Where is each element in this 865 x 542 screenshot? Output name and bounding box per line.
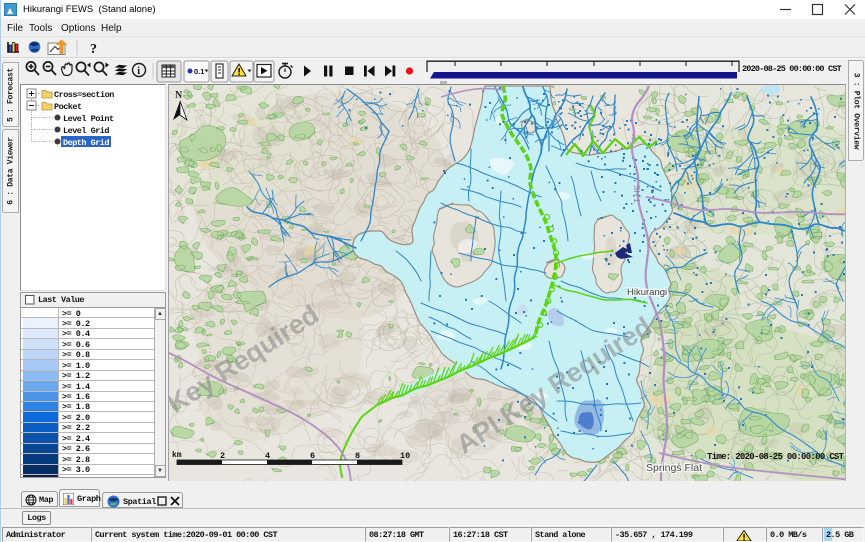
svg-text:Pocket: Pocket	[54, 102, 82, 112]
svg-text:km: km	[172, 451, 182, 460]
svg-text:SH 1: SH 1	[632, 185, 641, 203]
svg-text:N: N	[175, 90, 183, 101]
svg-text:?: ?	[90, 42, 97, 57]
svg-text:i: i	[137, 66, 140, 77]
svg-text:Level Point: Level Point	[63, 114, 114, 124]
svg-text:Hikurangi: Hikurangi	[627, 287, 667, 298]
svg-text:Springs Flat: Springs Flat	[646, 462, 702, 474]
svg-text:Depth Grid: Depth Grid	[63, 138, 109, 148]
svg-text:6: 6	[310, 451, 315, 461]
svg-text:4: 4	[265, 451, 270, 461]
svg-text:Time: 2020-08-25 00:00:00 CST: Time: 2020-08-25 00:00:00 CST	[707, 452, 845, 462]
svg-text:0.1: 0.1	[194, 67, 204, 76]
svg-text:Level Grid: Level Grid	[63, 126, 109, 136]
svg-text:10: 10	[400, 451, 410, 461]
svg-text:Cross=section: Cross=section	[54, 90, 114, 100]
svg-text:2: 2	[220, 451, 225, 461]
svg-text:8: 8	[355, 451, 360, 461]
